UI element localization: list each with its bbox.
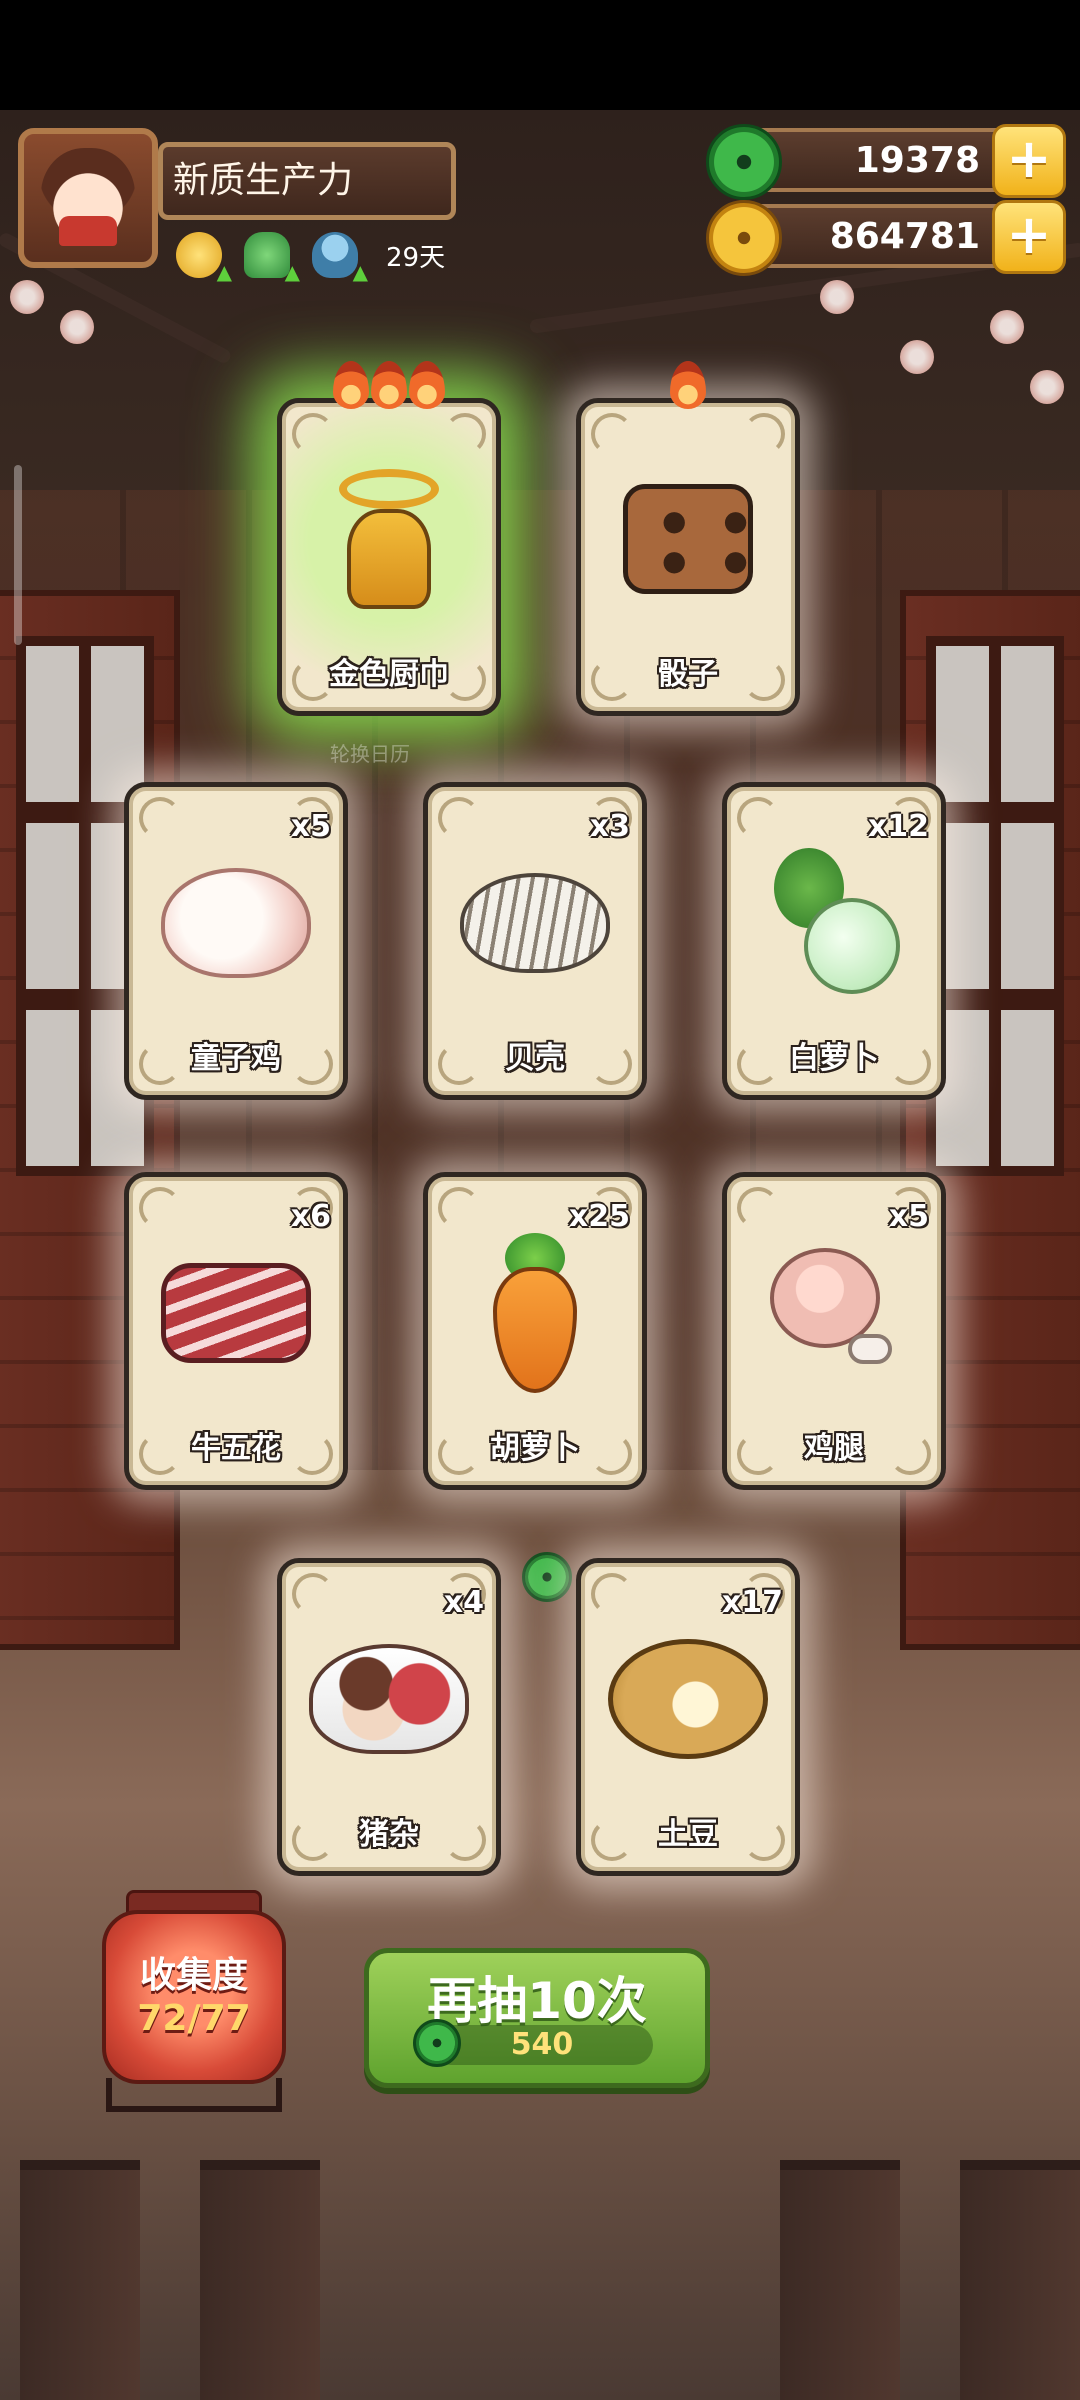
jade-currency: 19378 +: [706, 124, 1066, 200]
player-name[interactable]: 新质生产力: [158, 142, 456, 220]
add-jade-button[interactable]: +: [992, 124, 1066, 198]
lantern-body: 收集度 72/77: [102, 1910, 286, 2084]
jade-coin-icon: [522, 1552, 572, 1602]
draw-again-label: 再抽10次: [427, 1972, 647, 2030]
card-count: x17: [721, 1585, 783, 1620]
card-radish[interactable]: x12 白萝卜: [722, 782, 946, 1100]
fence-post: [780, 2160, 900, 2400]
collection-lantern[interactable]: 收集度 72/77: [102, 1890, 286, 2112]
card-drumstick[interactable]: x5 鸡腿: [722, 1172, 946, 1490]
card-beef[interactable]: x6 牛五花: [124, 1172, 348, 1490]
collection-progress: 72/77: [137, 1998, 251, 2039]
card-clam[interactable]: x3 贝壳: [423, 782, 647, 1100]
buff-bar: 29天: [176, 232, 446, 284]
pork-offal-icon: [309, 1643, 469, 1754]
rotation-calendar-label: 轮换日历: [330, 742, 410, 766]
card-chicken[interactable]: x5 童子鸡: [124, 782, 348, 1100]
jade-buff-icon[interactable]: [244, 232, 300, 284]
card-pork-offal[interactable]: x4 猪杂: [277, 1558, 501, 1876]
beef-icon: [161, 1262, 311, 1363]
draw-again-button[interactable]: 再抽10次 540: [364, 1948, 710, 2088]
card-golden-towel[interactable]: 金色厨巾: [277, 361, 501, 716]
fence-post: [960, 2160, 1080, 2400]
lantern-stand: [106, 2078, 282, 2112]
blossom: [990, 310, 1024, 344]
flame-icon: [409, 361, 445, 409]
rarity-flames: [670, 361, 706, 409]
flame-icon: [333, 361, 369, 409]
gold-amount: 864781: [829, 216, 980, 257]
blossom: [10, 280, 44, 314]
card-count: x6: [290, 1199, 331, 1234]
days-counter: 29天: [386, 242, 446, 273]
blossom: [60, 310, 94, 344]
card-dice[interactable]: 骰子: [576, 361, 800, 716]
rarity-flames: [333, 361, 445, 409]
card-carrot[interactable]: x25 胡萝卜: [423, 1172, 647, 1490]
jade-amount: 19378: [854, 140, 980, 181]
card-count: x3: [589, 809, 630, 844]
card-count: x4: [443, 1585, 484, 1620]
chicken-icon: [161, 867, 311, 978]
card-name: 土豆: [658, 1817, 718, 1852]
drumstick-icon: [764, 1247, 904, 1378]
card-name: 童子鸡: [191, 1041, 281, 1076]
left-door: [0, 590, 180, 1650]
carrot-icon: [475, 1232, 595, 1393]
blossom: [1030, 370, 1064, 404]
blossom: [900, 340, 934, 374]
collection-label: 收集度: [139, 1955, 248, 1996]
card-name: 鸡腿: [804, 1431, 864, 1466]
card-count: x25: [568, 1199, 630, 1234]
flame-icon: [670, 361, 706, 409]
right-door: [900, 590, 1080, 1650]
jade-coin-icon: [706, 124, 782, 200]
potato-icon: [608, 1638, 768, 1759]
player-avatar[interactable]: [18, 128, 158, 268]
avatar-portrait: [41, 148, 135, 248]
draw-cost: 540: [413, 2019, 653, 2067]
card-count: x5: [290, 809, 331, 844]
bowl-buff-icon[interactable]: [312, 232, 368, 284]
blossom: [820, 280, 854, 314]
add-gold-button[interactable]: +: [992, 200, 1066, 274]
radish-icon: [764, 847, 904, 998]
card-name: 金色厨巾: [329, 657, 449, 692]
fence-post: [200, 2160, 320, 2400]
card-potato[interactable]: x17 土豆: [576, 1558, 800, 1876]
gold-coin-icon: [706, 200, 782, 276]
card-name: 牛五花: [191, 1431, 281, 1466]
card-count: x12: [867, 809, 929, 844]
draw-cost-value: 540: [510, 2027, 574, 2062]
fence-post: [20, 2160, 140, 2400]
card-name: 猪杂: [359, 1817, 419, 1852]
card-name: 白萝卜: [789, 1041, 879, 1076]
gold-currency: 864781 +: [706, 200, 1066, 276]
card-name: 骰子: [658, 657, 718, 692]
card-count: x5: [888, 1199, 929, 1234]
card-name: 胡萝卜: [490, 1431, 580, 1466]
dice-icon: [623, 483, 762, 594]
gold-buff-icon[interactable]: [176, 232, 232, 284]
side-scroll-handle[interactable]: [14, 465, 22, 645]
golden-towel-icon: [329, 468, 449, 609]
flame-icon: [371, 361, 407, 409]
clam-icon: [460, 872, 610, 973]
card-name: 贝壳: [505, 1041, 565, 1076]
